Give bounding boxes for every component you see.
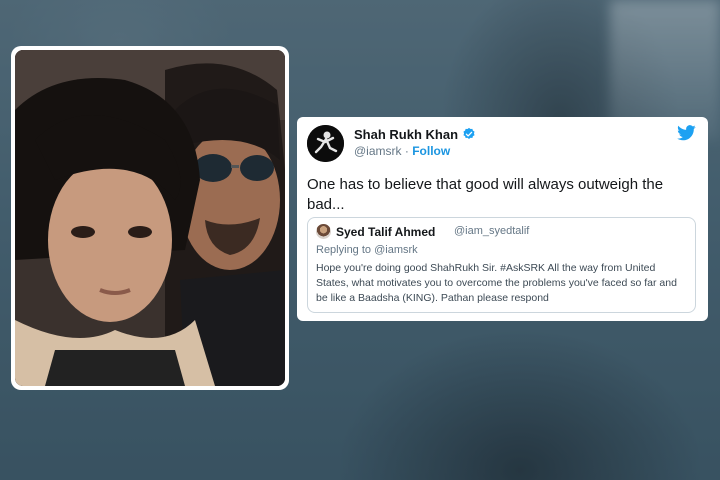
photo-card — [11, 46, 289, 390]
quoted-author-name[interactable]: Syed Talif Ahmed — [336, 225, 435, 239]
tweet-card[interactable]: Shah Rukh Khan @iamsrk · Follow One has … — [297, 117, 708, 321]
quoted-text: Hope you're doing good ShahRukh Sir. #As… — [316, 262, 677, 304]
separator-dot: · — [404, 144, 409, 158]
tweet-header: Shah Rukh Khan @iamsrk · Follow — [307, 125, 696, 163]
replying-to: Replying to @iamsrk — [316, 244, 418, 256]
author-handle[interactable]: @iamsrk — [354, 144, 402, 158]
selfie-photo — [15, 50, 285, 386]
quoted-author-handle[interactable]: @iam_syedtalif — [454, 225, 529, 237]
author-avatar[interactable] — [307, 125, 344, 162]
author-name[interactable]: Shah Rukh Khan — [354, 127, 458, 142]
follow-link[interactable]: Follow — [412, 144, 450, 158]
verified-badge-icon — [463, 127, 475, 139]
quoted-tweet[interactable]: Syed Talif Ahmed @iam_syedtalif Replying… — [307, 217, 696, 313]
quoted-avatar[interactable] — [316, 224, 331, 239]
twitter-bird-icon[interactable] — [677, 125, 696, 141]
handle-line: @iamsrk · Follow — [354, 144, 450, 158]
tweet-text: One has to believe that good will always… — [307, 176, 664, 213]
quoted-header: Syed Talif Ahmed @iam_syedtalif — [316, 224, 687, 240]
